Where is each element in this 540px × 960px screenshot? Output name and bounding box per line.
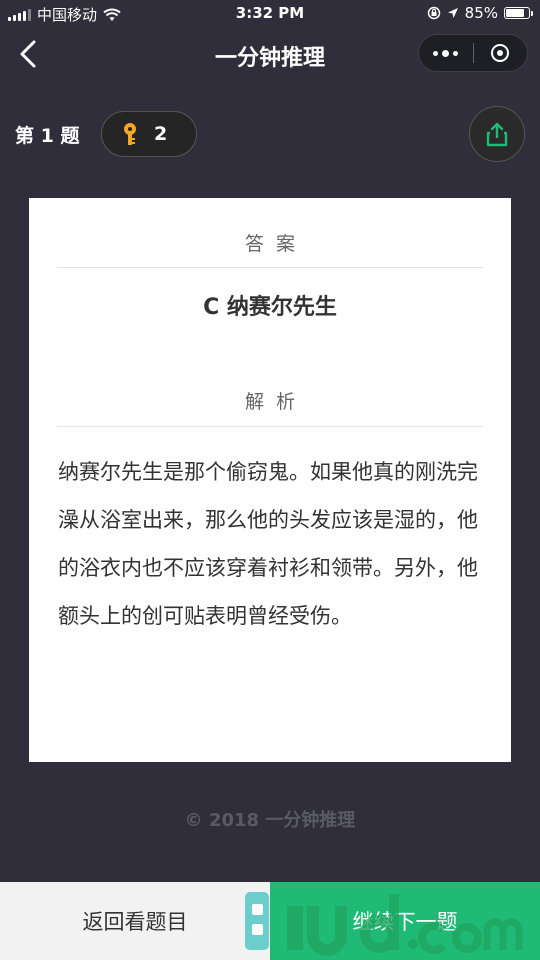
analysis-heading: 解析 xyxy=(244,391,307,413)
key-count: 2 xyxy=(154,123,168,145)
key-counter[interactable]: 2 xyxy=(101,111,197,157)
answer-heading: 答案 xyxy=(244,233,307,255)
more-dots-icon xyxy=(433,49,459,57)
target-close-icon xyxy=(491,44,510,62)
status-right: 85% xyxy=(427,4,533,22)
status-bar: 中国移动 3:32 PM 85% xyxy=(0,0,540,28)
question-number: 第 1 题 xyxy=(15,125,80,147)
location-icon xyxy=(447,8,458,18)
next-question-button[interactable]: 继续下一题 xyxy=(270,882,540,960)
share-button[interactable] xyxy=(469,106,525,162)
analysis-divider xyxy=(57,426,483,427)
rotation-lock-icon xyxy=(427,6,440,20)
more-button[interactable] xyxy=(419,35,473,71)
battery-fill xyxy=(506,9,524,17)
answer-divider xyxy=(57,267,483,268)
battery-percent: 85% xyxy=(464,4,498,22)
key-icon xyxy=(124,123,136,145)
answer-text: C 纳赛尔先生 xyxy=(203,295,337,320)
mini-program-capsule xyxy=(418,34,528,72)
answer-card: 答案 C 纳赛尔先生 解析 纳赛尔先生是那个偷窃鬼。如果他真的刚洗完澡从浴室出来… xyxy=(29,198,511,762)
back-button[interactable] xyxy=(6,32,50,76)
close-button[interactable] xyxy=(474,35,528,71)
share-icon xyxy=(486,122,508,147)
copyright: © 2018 一分钟推理 xyxy=(184,810,356,831)
review-question-label: 返回看题目 xyxy=(82,910,188,934)
battery-icon xyxy=(504,7,533,19)
next-question-label: 继续下一题 xyxy=(352,910,458,934)
review-question-button[interactable]: 返回看题目 xyxy=(0,882,270,960)
chevron-left-icon xyxy=(20,40,36,68)
analysis-text: 纳赛尔先生是那个偷窃鬼。如果他真的刚洗完澡从浴室出来，那么他的头发应该是湿的，他… xyxy=(58,460,478,628)
nav-bar: 一分钟推理 xyxy=(0,28,540,80)
